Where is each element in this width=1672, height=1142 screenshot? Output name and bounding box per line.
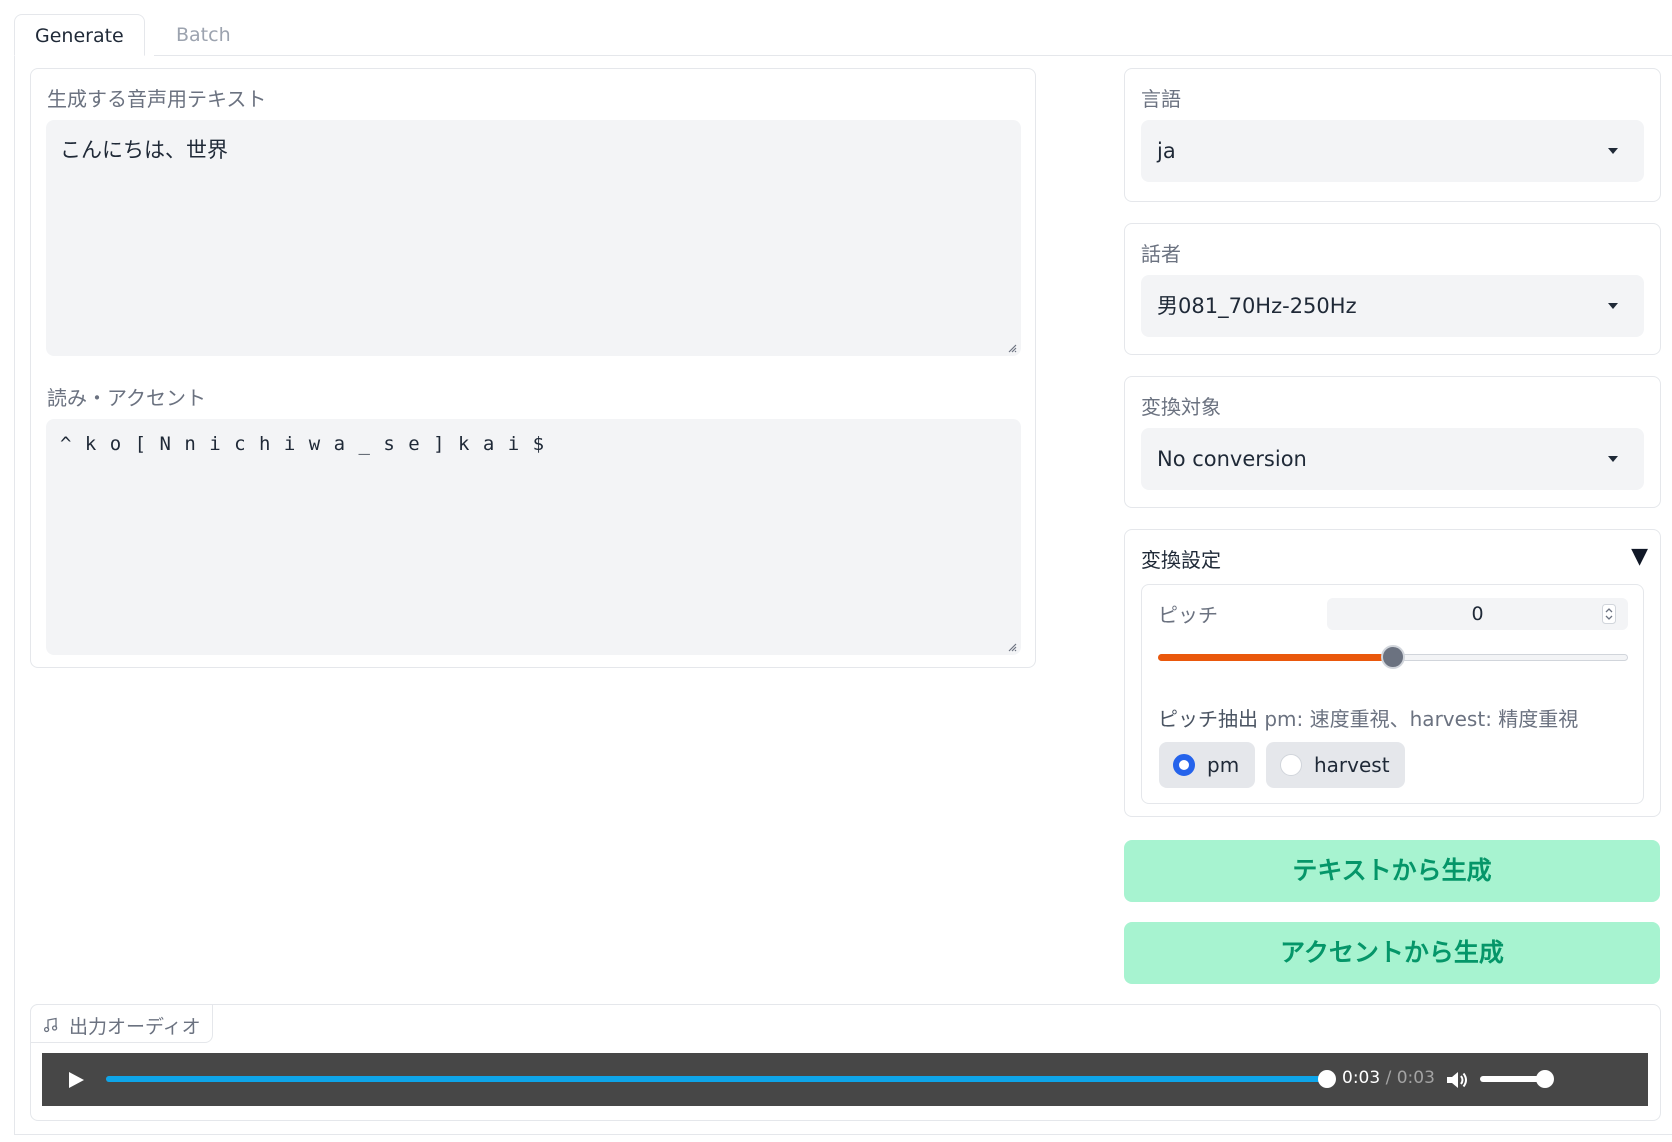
accent-input-label: 読み・アクセント (47, 386, 206, 410)
conversion-target-group: 変換対象 No conversion (1124, 376, 1661, 508)
slider-thumb[interactable] (1381, 645, 1405, 669)
language-dropdown[interactable]: ja (1141, 120, 1644, 182)
tab-bar: Generate Batch (14, 14, 1672, 56)
pitch-extraction-hint: pm: 速度重視、harvest: 精度重視 (1264, 707, 1579, 731)
collapse-toggle-icon[interactable]: ▼ (1631, 544, 1648, 569)
audio-output-label: 出力オーディオ (69, 1016, 201, 1038)
play-icon[interactable] (66, 1070, 86, 1090)
music-note-icon (43, 1017, 58, 1033)
language-group: 言語 ja (1124, 68, 1661, 202)
generate-from-text-button[interactable]: テキストから生成 (1124, 840, 1660, 902)
resize-grip-icon[interactable] (1007, 642, 1017, 652)
audio-time-separator: / (1385, 1068, 1392, 1088)
text-input-label: 生成する音声用テキスト (47, 87, 267, 111)
pitch-value: 0 (1471, 603, 1484, 625)
audio-progress-thumb[interactable] (1318, 1070, 1336, 1088)
conversion-target-dropdown[interactable]: No conversion (1141, 428, 1644, 490)
tab-batch[interactable]: Batch (156, 14, 251, 56)
chevron-down-icon (1608, 303, 1618, 309)
volume-thumb[interactable] (1536, 1070, 1554, 1088)
audio-player: 0:03 / 0:03 (42, 1053, 1648, 1106)
language-value: ja (1157, 139, 1176, 163)
text-input[interactable]: こんにちは、世界 (46, 120, 1021, 356)
audio-output-tag: 出力オーディオ (30, 1004, 213, 1043)
volume-icon[interactable] (1445, 1069, 1469, 1091)
audio-progress-fill (106, 1076, 1328, 1082)
audio-duration: 0:03 (1396, 1068, 1435, 1088)
tab-generate[interactable]: Generate (14, 14, 145, 56)
speaker-dropdown[interactable]: 男081_70Hz-250Hz (1141, 275, 1644, 337)
conversion-target-label: 変換対象 (1141, 395, 1221, 419)
volume-slider[interactable] (1480, 1070, 1554, 1088)
pitch-label: ピッチ (1158, 603, 1218, 627)
audio-current-time: 0:03 (1342, 1068, 1381, 1088)
radio-checked-icon (1173, 754, 1195, 776)
speaker-group: 話者 男081_70Hz-250Hz (1124, 223, 1661, 355)
language-label: 言語 (1141, 87, 1181, 111)
radio-option-harvest[interactable]: harvest (1266, 742, 1405, 788)
generate-from-accent-button[interactable]: アクセントから生成 (1124, 922, 1660, 984)
audio-time-display: 0:03 / 0:03 (1342, 1068, 1435, 1088)
slider-fill (1158, 654, 1393, 661)
speaker-label: 話者 (1141, 242, 1181, 266)
text-group: 生成する音声用テキスト こんにちは、世界 読み・アクセント ^ k o [ N … (30, 68, 1036, 668)
chevron-down-icon (1608, 456, 1618, 462)
pitch-slider[interactable] (1158, 645, 1628, 669)
accent-input[interactable]: ^ k o [ N n i c h i w a _ s e ] k a i $ (46, 419, 1021, 655)
conversion-settings-label[interactable]: 変換設定 (1141, 544, 1221, 573)
pitch-number-input[interactable]: 0 (1327, 598, 1628, 630)
pitch-extraction-label: ピッチ抽出 pm: 速度重視、harvest: 精度重視 (1158, 703, 1578, 732)
spinner-icon[interactable] (1602, 604, 1616, 624)
audio-progress-track[interactable] (106, 1070, 1336, 1088)
radio-option-pm[interactable]: pm (1159, 742, 1255, 788)
radio-unchecked-icon (1280, 754, 1302, 776)
resize-grip-icon[interactable] (1007, 343, 1017, 353)
pitch-extraction-title: ピッチ抽出 (1158, 707, 1258, 731)
radio-label-pm: pm (1207, 753, 1240, 777)
chevron-down-icon (1608, 148, 1618, 154)
conversion-target-value: No conversion (1157, 447, 1307, 471)
speaker-value: 男081_70Hz-250Hz (1157, 294, 1357, 318)
radio-label-harvest: harvest (1314, 753, 1390, 777)
